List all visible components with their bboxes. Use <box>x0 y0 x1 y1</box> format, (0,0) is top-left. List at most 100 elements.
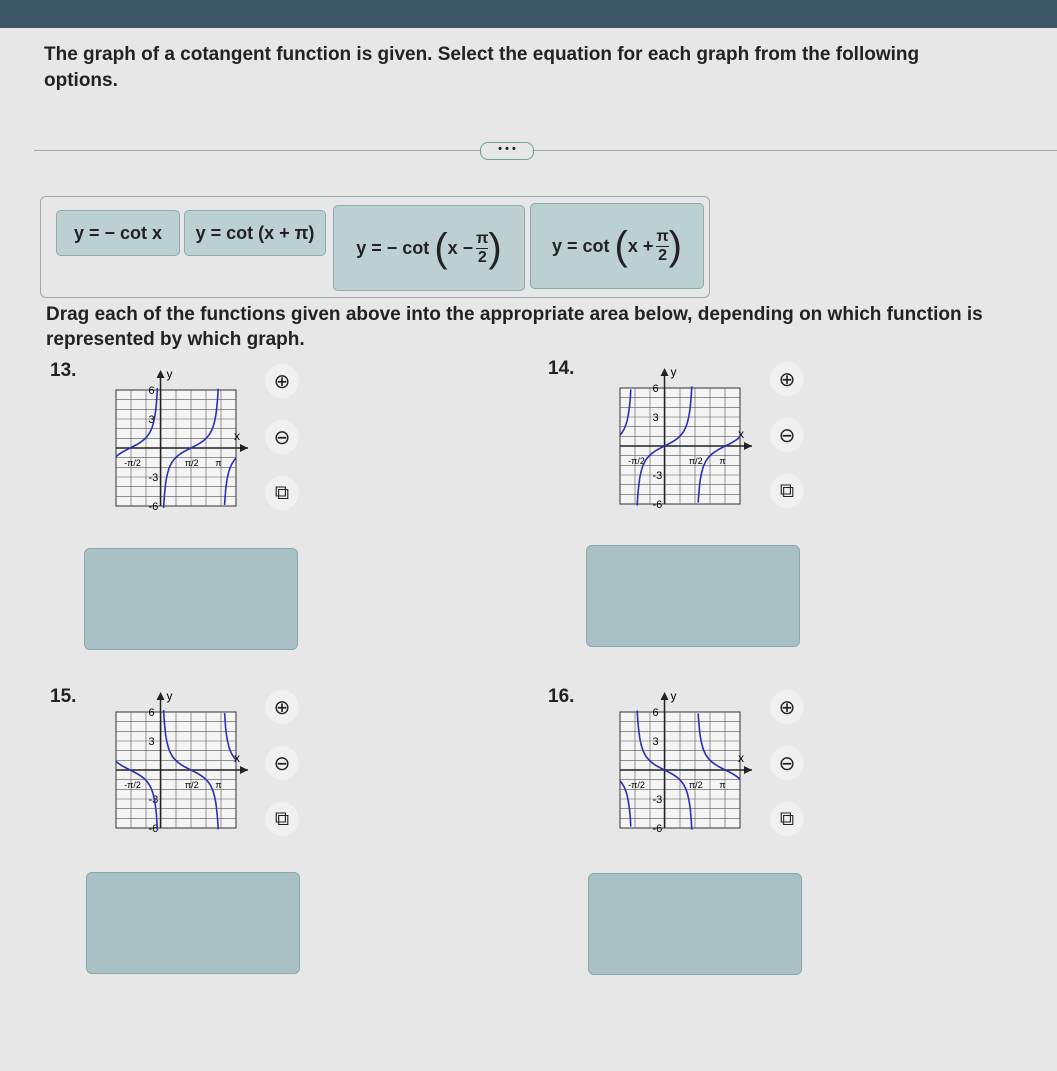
divider <box>34 150 1057 151</box>
top-bar <box>0 0 1057 28</box>
paren: ( <box>434 226 448 270</box>
y-tick-label: 3 <box>149 736 155 748</box>
popout-button[interactable]: ⧉ <box>770 802 804 836</box>
y-axis-arrow <box>660 692 669 700</box>
option-neg-cot-x[interactable]: y = − cot x <box>56 210 180 256</box>
x-tick-label: π <box>215 458 221 468</box>
y-tick-label: 6 <box>149 707 155 719</box>
y-axis-label: y <box>671 365 677 379</box>
y-tick-label: 6 <box>653 383 659 395</box>
x-axis-label: x <box>738 751 744 765</box>
graph-number: 16. <box>548 686 575 707</box>
x-tick-label: π <box>215 780 221 790</box>
zoom-out-button[interactable]: ⊖ <box>265 420 299 454</box>
zoom-in-button[interactable]: ⊕ <box>770 362 804 396</box>
magnify-plus-icon: ⊕ <box>778 696 796 719</box>
magnify-minus-icon: ⊖ <box>778 752 796 775</box>
y-tick-label: -6 <box>653 499 663 510</box>
x-tick-label: π/2 <box>689 780 703 790</box>
y-tick-label: -3 <box>653 470 663 482</box>
magnify-minus-icon: ⊖ <box>273 426 291 449</box>
external-link-icon: ⧉ <box>779 807 795 830</box>
paren: ) <box>668 224 682 268</box>
option-label: y = cot <box>552 235 610 256</box>
x-tick-label: π/2 <box>185 780 199 790</box>
denominator: 2 <box>658 246 667 264</box>
y-axis-label: y <box>167 367 173 381</box>
question-text: The graph of a cotangent function is giv… <box>44 44 920 91</box>
x-axis-arrow <box>744 442 752 450</box>
y-tick-label: -3 <box>149 472 159 484</box>
magnify-plus-icon: ⊕ <box>273 696 291 719</box>
zoom-in-button[interactable]: ⊕ <box>265 364 299 398</box>
popout-button[interactable]: ⧉ <box>770 474 804 508</box>
numerator: π <box>656 227 669 247</box>
cotangent-graph: yx63-3-6-π/2 π/2 π <box>115 689 248 834</box>
x-tick-label: -π/2 <box>124 458 141 468</box>
magnify-plus-icon: ⊕ <box>778 368 796 391</box>
external-link-icon: ⧉ <box>274 481 290 504</box>
drop-zone[interactable] <box>586 545 800 647</box>
x-axis-arrow <box>240 766 248 774</box>
popout-button[interactable]: ⧉ <box>265 802 299 836</box>
numerator: π <box>476 229 489 249</box>
y-tick-label: 3 <box>653 412 659 424</box>
x-tick-label: π <box>719 456 725 466</box>
y-axis-label: y <box>167 689 173 703</box>
magnify-plus-icon: ⊕ <box>273 370 291 393</box>
popout-button[interactable]: ⧉ <box>265 476 299 510</box>
graph-number: 13. <box>50 360 77 381</box>
paren: ( <box>614 224 628 268</box>
x-tick-label: -π/2 <box>628 456 645 466</box>
y-tick-label: -6 <box>653 823 663 834</box>
fraction: π2 <box>476 229 489 267</box>
magnify-minus-icon: ⊖ <box>273 752 291 775</box>
y-axis-label: y <box>671 689 677 703</box>
cotangent-graph: yx63-3-6-π/2 π/2 π <box>619 365 752 510</box>
denominator: 2 <box>477 248 487 266</box>
y-tick-label: -3 <box>653 794 663 806</box>
y-tick-label: 6 <box>149 385 155 397</box>
cotangent-graph: y x 6 3 -3 -6 -π/2 π/2 π <box>619 689 752 834</box>
external-link-icon: ⧉ <box>274 807 290 830</box>
y-tick-label: 3 <box>653 736 659 748</box>
drop-zone[interactable] <box>86 872 300 974</box>
option-label: y = − cot x <box>73 222 163 243</box>
option-label: y = − cot <box>356 237 430 258</box>
option-inner: x − <box>447 237 474 258</box>
x-axis-arrow <box>744 766 752 774</box>
fraction: π2 <box>656 227 669 265</box>
y-axis-arrow <box>156 370 165 378</box>
graph-number: 15. <box>50 686 77 707</box>
zoom-out-button[interactable]: ⊖ <box>265 746 299 780</box>
x-axis-label: x <box>234 429 240 443</box>
y-tick-label: -6 <box>149 501 159 512</box>
paren: ) <box>488 226 502 270</box>
cotangent-graph: yx63-3-6-π/2 π/2 π <box>115 367 248 512</box>
x-tick-label: -π/2 <box>628 780 645 790</box>
graph-number: 14. <box>548 358 575 379</box>
y-axis-arrow <box>660 368 669 376</box>
option-cot-x-plus-pi[interactable]: y = cot (x + π) <box>184 210 326 256</box>
x-tick-label: -π/2 <box>124 780 141 790</box>
option-label: y = cot (x + π) <box>195 222 315 243</box>
x-tick-label: π <box>719 780 725 790</box>
option-inner: x + <box>627 235 654 256</box>
zoom-in-button[interactable]: ⊕ <box>265 690 299 724</box>
option-neg-cot-x-minus-pi-half[interactable]: y = − cot (x − π 2) <box>333 205 525 291</box>
zoom-out-button[interactable]: ⊖ <box>770 746 804 780</box>
drop-zone[interactable] <box>84 548 298 650</box>
x-axis-arrow <box>240 444 248 452</box>
y-axis-arrow <box>156 692 165 700</box>
y-tick-label: 6 <box>653 707 659 719</box>
x-tick-label: π/2 <box>689 456 703 466</box>
more-button[interactable]: • • • <box>480 142 534 160</box>
drop-zone[interactable] <box>588 873 802 975</box>
external-link-icon: ⧉ <box>779 479 795 502</box>
zoom-out-button[interactable]: ⊖ <box>770 418 804 452</box>
instruction-text: Drag each of the functions given above i… <box>46 304 983 350</box>
magnify-minus-icon: ⊖ <box>778 424 796 447</box>
x-tick-label: π/2 <box>185 458 199 468</box>
option-cot-x-plus-pi-half[interactable]: y = cot (x + π 2) <box>530 203 704 289</box>
zoom-in-button[interactable]: ⊕ <box>770 690 804 724</box>
